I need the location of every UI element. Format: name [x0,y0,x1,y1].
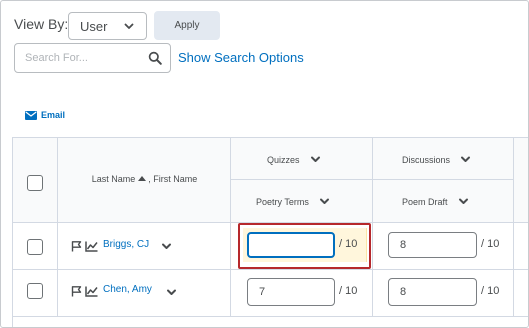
table-row [13,270,58,317]
poetry-terms-item-header: Poetry Terms [231,180,373,223]
name-column-header: Last Name , First Name [58,138,231,223]
grade-input[interactable] [388,232,477,258]
poetry-terms-label: Poetry Terms [256,196,309,207]
student-name-link[interactable]: Chen, Amy [103,284,152,295]
discussions-category-title: Discussions [402,154,471,165]
out-of-label: / 10 [339,238,358,250]
search-box [14,43,171,73]
quizzes-category-title: Quizzes [267,154,321,165]
empty-cell [514,270,528,317]
discussions-label: Discussions [402,154,451,165]
view-by-select[interactable]: User [68,12,147,40]
student-name-cell: Briggs, CJ [58,223,231,270]
flag-icon[interactable] [71,286,82,297]
envelope-icon [25,110,37,120]
select-all-header [13,138,58,223]
view-by-value: User [80,18,108,34]
email-button[interactable]: Email [25,110,65,120]
grade-cell: / 10 [231,270,373,317]
grade-input[interactable] [388,278,477,306]
poem-draft-title: Poem Draft [402,196,469,207]
poetry-terms-title: Poetry Terms [256,196,330,207]
grade-cell: / 10 [231,223,373,270]
line-graph-icon[interactable] [85,286,98,297]
chevron-down-icon[interactable] [319,196,330,207]
line-graph-icon[interactable] [85,241,98,252]
chevron-down-icon[interactable] [161,241,172,252]
quizzes-category-header: Quizzes [231,138,373,180]
chevron-down-icon [124,23,134,29]
grade-cell: / 10 [373,223,514,270]
poem-draft-label: Poem Draft [402,196,448,207]
view-by-label: View By: [14,16,69,32]
student-name-link[interactable]: Briggs, CJ [103,239,149,250]
discussions-category-header: Discussions [373,138,514,180]
grades-table: Last Name , First Name Quizzes Discussion… [12,137,528,327]
chevron-down-icon[interactable] [460,154,471,165]
table-row [13,223,58,270]
student-name-cell: Chen, Amy [58,270,231,317]
last-name-sort-link[interactable]: Last Name [92,174,136,184]
first-name-sort-link[interactable]: , First Name [148,174,197,184]
show-search-options-link[interactable]: Show Search Options [178,50,304,65]
grades-panel: View By: User Apply Show Search Options … [0,0,529,328]
grade-input[interactable] [247,232,335,258]
select-all-checkbox[interactable] [27,175,43,191]
email-label: Email [41,110,66,120]
grade-input[interactable] [247,278,335,306]
out-of-label: / 10 [481,238,500,250]
row-checkbox[interactable] [27,283,43,299]
quizzes-label: Quizzes [267,154,300,165]
flag-icon[interactable] [71,241,82,252]
chevron-down-icon[interactable] [310,154,321,165]
search-input[interactable] [15,44,145,72]
row-checkbox[interactable] [27,239,43,255]
empty-cell [514,223,528,270]
poem-draft-item-header: Poem Draft [373,180,514,223]
grade-cell: / 10 [373,270,514,317]
empty-header [514,138,528,223]
out-of-label: / 10 [481,285,500,297]
chevron-down-icon[interactable] [166,287,177,298]
chevron-down-icon[interactable] [458,196,469,207]
sort-ascending-icon[interactable] [138,176,147,181]
out-of-label: / 10 [339,285,358,297]
name-sort-header[interactable]: Last Name , First Name [58,174,231,184]
search-icon[interactable] [148,51,162,65]
apply-button[interactable]: Apply [154,11,220,40]
